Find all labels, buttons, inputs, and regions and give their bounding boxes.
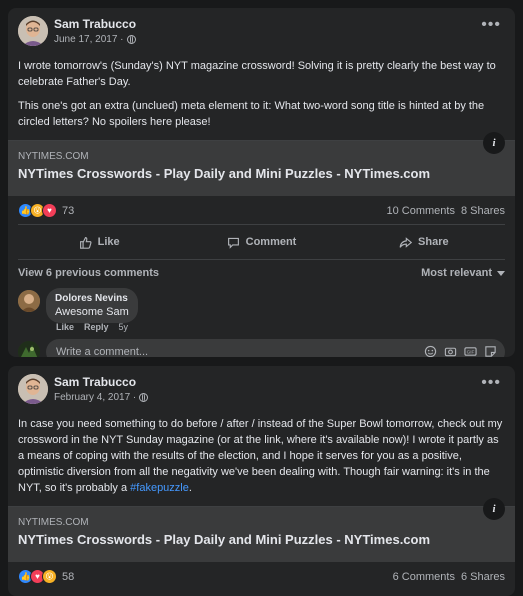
post-text: I wrote tomorrow's (Sunday's) NYT magazi… [8,58,515,130]
post-paragraph: I wrote tomorrow's (Sunday's) NYT magazi… [18,60,496,88]
shares-count[interactable]: 6 Shares [461,571,505,583]
like-button[interactable]: Like [18,225,180,259]
author-avatar[interactable] [18,374,48,404]
thumbs-up-icon [79,236,92,249]
emoji-icon[interactable] [424,345,437,357]
post-text: In case you need something to do before … [8,416,515,496]
commenter-avatar[interactable] [18,290,40,312]
globe-icon [139,393,149,402]
post-body: In case you need something to do before … [18,418,503,494]
globe-icon [126,35,136,44]
post-paragraph: This one's got an extra (unclued) meta e… [18,100,485,128]
camera-icon[interactable] [444,345,457,357]
comment-actions: Like Reply 5y [56,322,128,332]
comment-input[interactable]: Write a comment... GIF [46,339,505,357]
author-name[interactable]: Sam Trabucco [54,375,136,389]
post-date[interactable]: June 17, 2017 · [54,34,124,45]
link-preview[interactable]: i NYTIMES.COM NYTimes Crosswords - Play … [8,498,515,562]
hashtag-link[interactable]: #fakepuzzle [130,482,189,494]
comment-text: Awesome Sam [55,306,129,318]
post-header: Sam Trabucco February 4, 2017 · ••• [8,366,515,416]
link-title: NYTimes Crosswords - Play Daily and Mini… [18,532,431,547]
chevron-down-icon [497,270,505,276]
post-header: Sam Trabucco June 17, 2017 · ••• [8,8,515,58]
comment-reply-button[interactable]: Reply [84,322,109,332]
post-actions: Like Comment Share [18,225,505,260]
info-icon[interactable]: i [483,132,505,154]
comment-icon [227,237,239,249]
sticker-icon[interactable] [484,345,497,357]
comment-item: Dolores Nevins Awesome Sam Like Reply 5y [18,286,505,336]
info-icon[interactable]: i [483,498,505,520]
post-paragraph: In case you need something to do before … [18,416,505,496]
post-stats: 👍 ♥ 😮 58 6 Comments 6 Shares [18,562,505,590]
comments-count[interactable]: 6 Comments [393,571,455,583]
more-options-icon[interactable]: ••• [481,17,501,33]
link-domain: NYTIMES.COM [18,151,89,162]
shares-count[interactable]: 8 Shares [461,205,505,217]
reaction-count: 73 [62,204,75,217]
post-card: Sam Trabucco February 4, 2017 · ••• In c… [8,366,515,596]
share-button[interactable]: Share [343,225,505,259]
post-date[interactable]: February 4, 2017 · [54,392,136,403]
post-card: Sam Trabucco June 17, 2017 · ••• I wrote… [8,8,515,357]
comment-time[interactable]: 5y [119,322,129,332]
post-meta: February 4, 2017 · [54,392,149,403]
wow-icon: 😮 [42,569,57,584]
post-stats: 👍 😮 ♥ 73 10 Comments 8 Shares [18,196,505,225]
post-body-end: . [188,482,192,494]
reactions[interactable]: 👍 😮 ♥ 73 [18,203,74,218]
engagement-counts: 6 Comments 6 Shares [393,571,505,583]
post-meta: June 17, 2017 · [54,34,136,45]
comment-bubble: Dolores Nevins Awesome Sam [46,288,138,323]
author-avatar[interactable] [18,16,48,46]
reactions[interactable]: 👍 ♥ 😮 58 [18,569,74,584]
comments-count[interactable]: 10 Comments [386,205,454,217]
view-previous-comments[interactable]: View 6 previous comments [18,267,159,279]
commenter-name[interactable]: Dolores Nevins [55,293,129,304]
write-comment-row: Write a comment... GIF [18,336,505,357]
gif-icon[interactable]: GIF [464,345,477,357]
svg-text:GIF: GIF [467,350,475,355]
sort-label: Most relevant [421,267,492,279]
comment-input-placeholder: Write a comment... [56,346,149,357]
engagement-counts: 10 Comments 8 Shares [386,205,505,217]
link-domain: NYTIMES.COM [18,517,89,528]
share-icon [399,236,413,248]
more-options-icon[interactable]: ••• [481,375,501,391]
author-name[interactable]: Sam Trabucco [54,17,136,31]
link-title: NYTimes Crosswords - Play Daily and Mini… [18,166,431,181]
current-user-avatar[interactable] [18,341,40,357]
share-label: Share [418,236,449,248]
sort-dropdown[interactable]: Most relevant [421,267,505,279]
like-label: Like [97,236,120,248]
comment-button[interactable]: Comment [180,225,342,259]
comment-label: Comment [245,236,297,248]
reaction-count: 58 [62,570,75,583]
comment-tools: GIF [424,345,497,357]
comment-like-button[interactable]: Like [56,322,74,332]
love-icon: ♥ [42,203,57,218]
link-preview[interactable]: i NYTIMES.COM NYTimes Crosswords - Play … [8,132,515,196]
comments-section: View 6 previous comments Most relevant D… [8,260,515,357]
